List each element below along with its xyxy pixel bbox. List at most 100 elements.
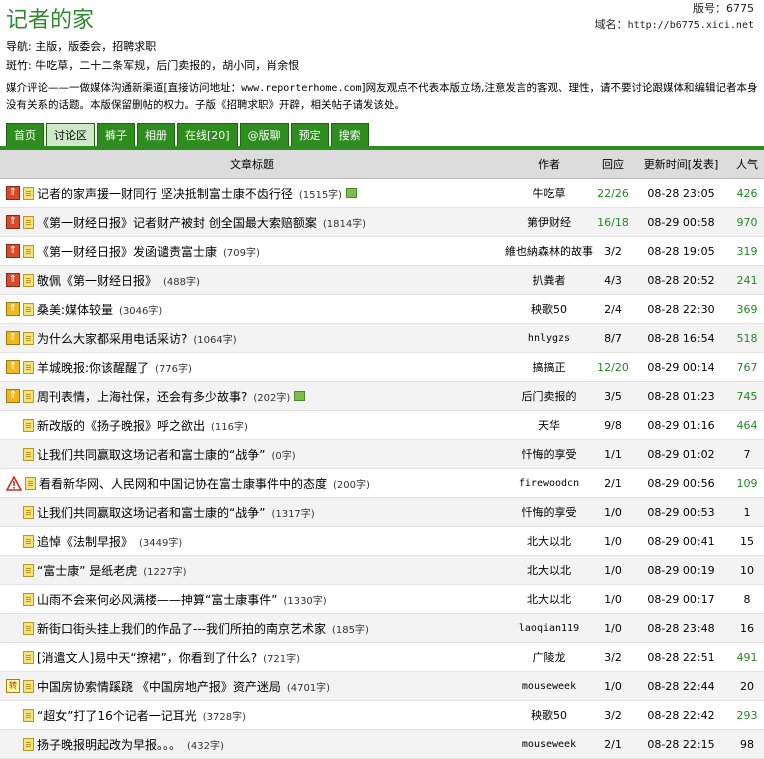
table-row: ⇑ 周刊表情，上海社保，还会有多少故事? (202字) 后门卖报的 3/5 08-28 0… (0, 381, 764, 411)
topic-length: (185字) (332, 624, 369, 636)
blank-icon (6, 650, 20, 664)
update-time: 08-29 00:19 (632, 555, 730, 585)
author-link[interactable]: 牛吃草 (504, 178, 594, 208)
author-link[interactable]: hnlygzs (504, 323, 594, 353)
col-reply: 回应 (594, 150, 632, 179)
tab-item[interactable]: 首页 (6, 123, 44, 147)
topic-title-link[interactable]: 看看新华网、人民网和中国记协在富士康事件中的态度 (39, 477, 327, 491)
moderator-link[interactable]: 胡小同 (222, 59, 255, 72)
topic-title-link[interactable]: 让我们共同赢取这场记者和富士康的“战争” (37, 448, 265, 462)
topic-title-link[interactable]: 扬子晚报明起改为早报。。。 (37, 738, 181, 752)
topic-title-link[interactable]: 新改版的《扬子晚报》呼之欲出 (37, 419, 205, 433)
reply-count: 12/20 (594, 352, 632, 382)
topic-title-link[interactable]: 山雨不会来何必风满楼——抻算“富士康事件” (37, 593, 277, 607)
popularity-count: 1 (730, 497, 764, 527)
author-link[interactable]: 維也納森林的故事 (504, 236, 594, 266)
table-row: ⇑ 《第一财经日报》发函谴责富士康 (709字) 維也納森林的故事 3/2 08-28 1… (0, 236, 764, 266)
popularity-count: 518 (730, 323, 764, 353)
tab-item[interactable]: 在线[20] (177, 123, 238, 147)
moderators-label: 斑竹: (6, 59, 32, 72)
page-title: 记者的家 (6, 8, 95, 33)
title-cell: [消遣文人]易中天“撩裙”，你看到了什么? (721字) (0, 642, 504, 672)
nav-link[interactable]: 版委会 (68, 40, 101, 53)
topic-title-link[interactable]: 《第一财经日报》记者财产被封 创全国最大索赔额案 (37, 216, 317, 230)
update-time: 08-29 00:58 (632, 207, 730, 237)
moderator-link[interactable]: 牛吃草 (35, 59, 68, 72)
topic-title-link[interactable]: 记者的家声援一财同行 坚决抵制富士康不齿行径 (37, 187, 293, 201)
author-link[interactable]: 后门卖报的 (504, 381, 594, 411)
update-time: 08-28 22:44 (632, 671, 730, 701)
table-row: ⇑ 桑美:媒体较量 (3046字) 秧歌50 2/4 08-28 22:30 369 (0, 294, 764, 324)
document-icon (23, 331, 34, 345)
topic-title-link[interactable]: 中国房协索情蹊跷 《中国房地产报》资产迷局 (37, 680, 281, 694)
moderator-link[interactable]: 肖余恨 (266, 59, 299, 72)
topic-title-link[interactable]: 追悼《法制早报》 (37, 535, 133, 549)
author-link[interactable]: 北大以北 (504, 584, 594, 614)
topic-length: (3728字) (202, 711, 246, 723)
topic-title-link[interactable]: 让我们共同赢取这场记者和富士康的“战争” (37, 506, 265, 520)
topic-title-link[interactable]: 《第一财经日报》发函谴责富士康 (37, 245, 217, 259)
topic-title-link[interactable]: “超女”打了16个记者一记耳光 (37, 709, 197, 723)
topic-title-link[interactable]: 桑美:媒体较量 (37, 303, 113, 317)
top-red-icon: ⇑ (6, 244, 20, 258)
blank-icon (6, 418, 20, 432)
topic-length: (1064字) (193, 334, 237, 346)
topic-title-link[interactable]: 为什么大家都采用电话采访? (37, 332, 187, 346)
moderator-link[interactable]: 后门卖报的 (156, 59, 211, 72)
reply-count: 9/8 (594, 410, 632, 440)
document-icon (23, 447, 34, 461)
document-icon (23, 505, 34, 519)
document-icon (23, 708, 34, 722)
author-link[interactable]: 忏悔的享受 (504, 439, 594, 469)
table-row: 山雨不会来何必风满楼——抻算“富士康事件” (1330字) 北大以北 1/0 08-29… (0, 584, 764, 614)
update-time: 08-28 22:30 (632, 294, 730, 324)
author-link[interactable]: 第伊财经 (504, 207, 594, 237)
author-link[interactable]: 北大以北 (504, 555, 594, 585)
update-time: 08-28 16:54 (632, 323, 730, 353)
tab-item[interactable]: 搜索 (330, 123, 369, 147)
popularity-count: 15 (730, 526, 764, 556)
reply-count: 3/2 (594, 700, 632, 730)
topic-title-link[interactable]: [消遣文人]易中天“撩裙”，你看到了什么? (37, 651, 257, 665)
domain-url[interactable]: http://b6775.xici.net (628, 20, 754, 31)
title-cell: 山雨不会来何必风满楼——抻算“富士康事件” (1330字) (0, 584, 504, 614)
board-notice: 媒介评论——一做媒体沟通新渠道[直接访问地址：www.reporterhome.… (6, 80, 758, 113)
reply-count: 8/7 (594, 323, 632, 353)
moderator-link[interactable]: 二十二条军规 (79, 59, 145, 72)
title-cell: ⇑ 周刊表情，上海社保，还会有多少故事? (202字) (0, 381, 504, 411)
author-link[interactable]: mouseweek (504, 671, 594, 701)
tab-item[interactable]: 裤子 (97, 123, 135, 147)
topic-title-link[interactable]: 羊城晚报:你该醒醒了 (37, 361, 149, 375)
blank-icon (6, 737, 20, 751)
author-link[interactable]: 忏悔的享受 (504, 497, 594, 527)
author-link[interactable]: 扒粪者 (504, 265, 594, 295)
tab-item[interactable]: 相册 (137, 123, 175, 147)
col-time[interactable]: 更新时间[发表] (632, 150, 730, 179)
topic-title-link[interactable]: 敬佩《第一财经日报》 (37, 274, 157, 288)
author-link[interactable]: 天华 (504, 410, 594, 440)
author-link[interactable]: firewoodcn (504, 468, 594, 498)
author-link[interactable]: 广陵龙 (504, 642, 594, 672)
title-cell: 让我们共同赢取这场记者和富士康的“战争” (0字) (0, 439, 504, 469)
tab-item[interactable]: 预定 (290, 123, 329, 147)
tab-item[interactable]: 讨论区 (46, 123, 95, 147)
table-row: 追悼《法制早报》 (3449字) 北大以北 1/0 08-29 00:41 15 (0, 526, 764, 556)
topic-title-link[interactable]: 新街口街头挂上我们的作品了---我们所拍的南京艺术家 (37, 622, 326, 636)
author-link[interactable]: 北大以北 (504, 526, 594, 556)
reply-count: 4/3 (594, 265, 632, 295)
author-link[interactable]: 秧歌50 (504, 700, 594, 730)
col-title: 文章标题 (0, 150, 504, 179)
nav-link[interactable]: 招聘求职 (112, 40, 156, 53)
author-link[interactable]: 搞搞正 (504, 352, 594, 382)
table-row: 让我们共同赢取这场记者和富士康的“战争” (1317字) 忏悔的享受 1/0 08-29… (0, 497, 764, 527)
blank-icon (6, 621, 20, 635)
notice-url[interactable]: www.reporterhome.com (241, 83, 361, 94)
topic-title-link[interactable]: 周刊表情，上海社保，还会有多少故事? (37, 390, 247, 404)
topic-title-link[interactable]: “富士康” 是纸老虎 (37, 564, 137, 578)
tab-item[interactable]: @版聊 (239, 123, 289, 147)
table-row: 转 中国房协索情蹊跷 《中国房地产报》资产迷局 (4701字) mouseweek 1/… (0, 671, 764, 701)
author-link[interactable]: laoqian119 (504, 613, 594, 643)
author-link[interactable]: 秧歌50 (504, 294, 594, 324)
author-link[interactable]: mouseweek (504, 729, 594, 759)
nav-link[interactable]: 主版 (35, 40, 57, 53)
